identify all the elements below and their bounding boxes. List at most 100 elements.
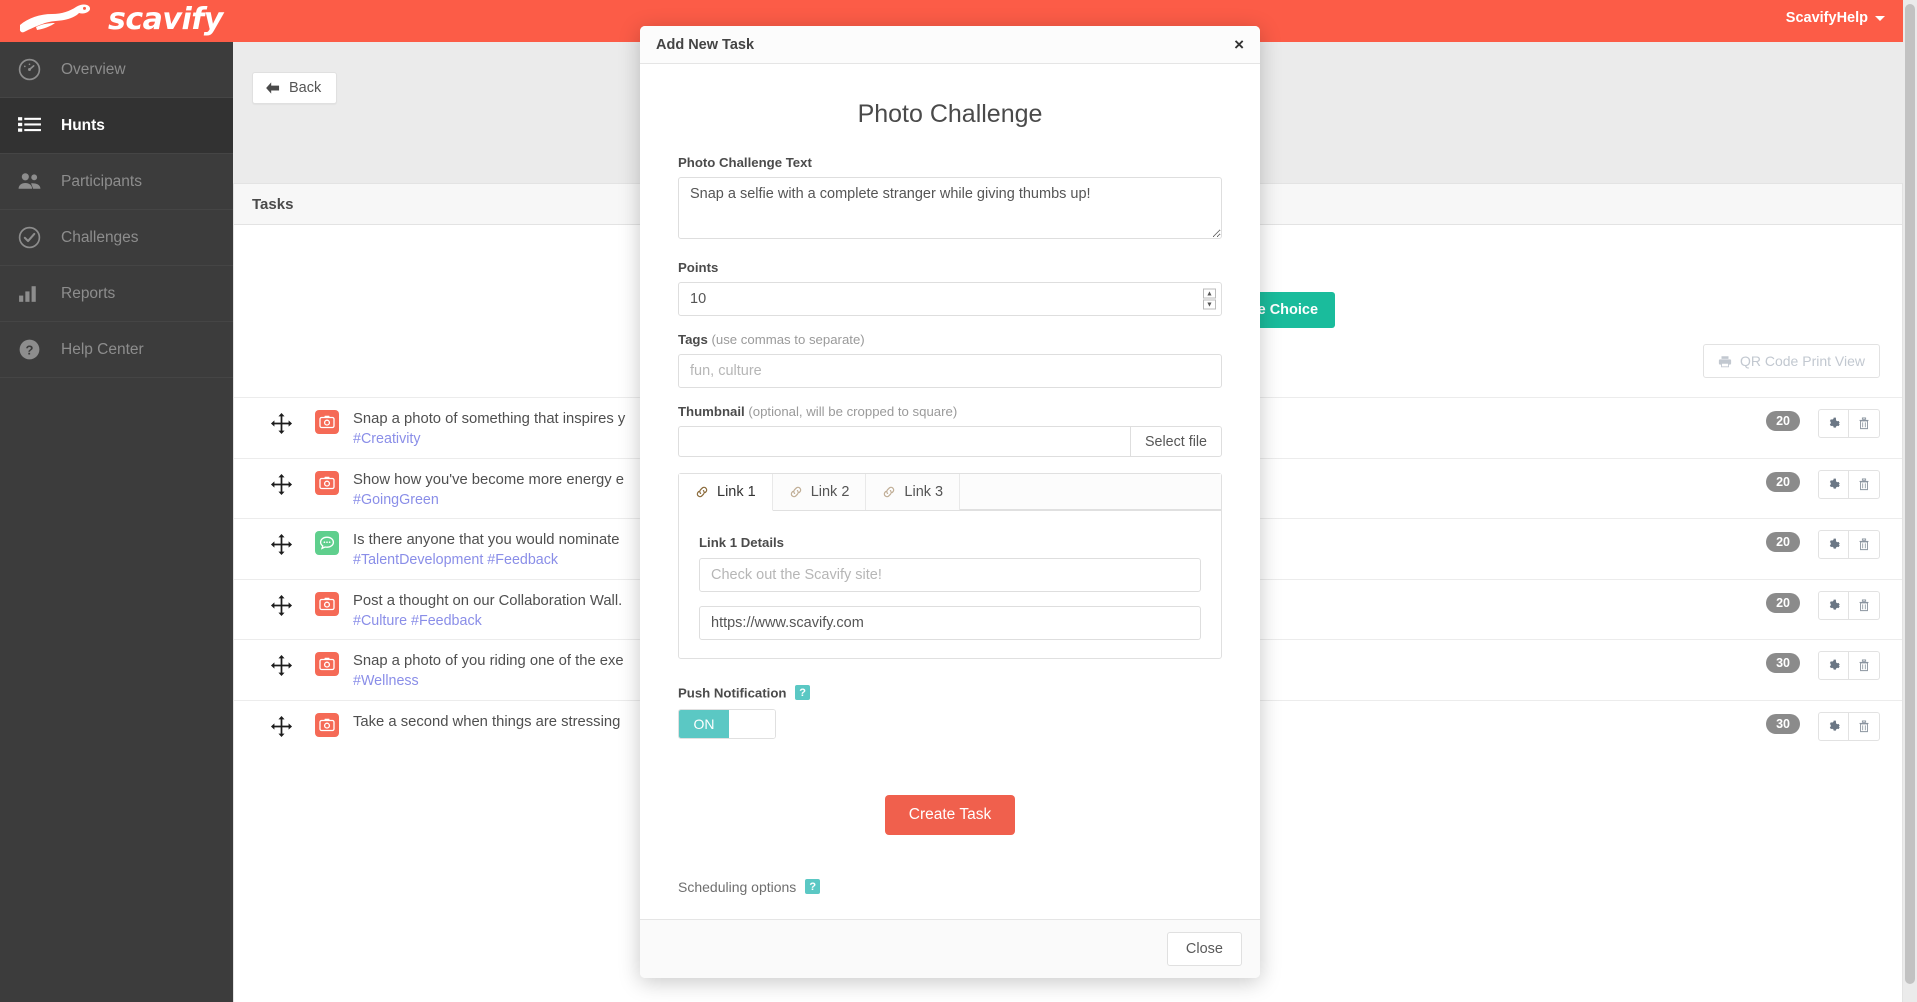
bar-chart-icon: [19, 286, 36, 302]
sidebar-item-hunts[interactable]: Hunts: [0, 98, 233, 154]
photo-challenge-icon: [315, 410, 339, 434]
tags-label: Tags (use commas to separate): [678, 332, 1222, 347]
question-circle-icon: ?: [19, 339, 40, 360]
drag-handle-icon[interactable]: [270, 533, 293, 556]
tab-link-1[interactable]: Link 1: [679, 474, 773, 511]
modal-body: Photo Challenge Photo Challenge Text Poi…: [640, 64, 1260, 919]
app-root: scavify ScavifyHelp Overview Hunts Parti…: [0, 0, 1917, 1002]
scheduling-options[interactable]: Scheduling options ?: [678, 879, 1222, 919]
points-increment-button[interactable]: ▲: [1203, 288, 1216, 299]
trash-icon: [1859, 720, 1869, 732]
cheetah-logo-icon: [19, 4, 91, 32]
delete-button[interactable]: [1849, 651, 1880, 680]
sidebar-item-label: Reports: [61, 284, 116, 302]
help-icon[interactable]: ?: [795, 685, 811, 700]
thumbnail-file-input[interactable]: [678, 426, 1131, 457]
link-title-input[interactable]: [699, 558, 1201, 592]
push-notification-label-text: Push Notification: [678, 685, 787, 701]
trash-icon: [1859, 478, 1869, 490]
page-scrollbar[interactable]: [1903, 0, 1917, 1002]
tags-group: Tags (use commas to separate): [678, 332, 1222, 388]
settings-button[interactable]: [1818, 590, 1849, 620]
qr-code-print-view-button[interactable]: QR Code Print View: [1702, 344, 1880, 378]
row-actions: [1818, 651, 1880, 680]
sidebar-item-challenges[interactable]: Challenges: [0, 210, 233, 266]
link-tabs-container: Link 1 Link 2 Link 3 Link 1 Details: [678, 473, 1222, 659]
drag-handle-icon[interactable]: [270, 654, 293, 677]
tags-input[interactable]: [678, 354, 1222, 388]
settings-button[interactable]: [1818, 711, 1849, 741]
thumbnail-hint: (optional, will be cropped to square): [748, 404, 958, 419]
close-button[interactable]: Close: [1166, 931, 1242, 966]
settings-button[interactable]: [1818, 469, 1849, 499]
link-icon: [884, 486, 895, 498]
tab-link-2-label: Link 2: [810, 484, 850, 500]
page-scrollbar-thumb[interactable]: [1905, 4, 1915, 984]
tab-link-2[interactable]: Link 2: [772, 474, 867, 510]
points-badge: 20: [1766, 411, 1800, 431]
tab-link-3[interactable]: Link 3: [866, 474, 961, 510]
sidebar-item-overview[interactable]: Overview: [0, 42, 233, 98]
row-actions: [1818, 409, 1880, 438]
select-file-button[interactable]: Select file: [1130, 426, 1222, 457]
text-challenge-icon: [315, 531, 339, 555]
push-notification-group: Push Notification ? ON: [678, 685, 1222, 739]
tabs-filler: [960, 474, 1221, 510]
quantity-stepper[interactable]: ▲ ▼: [1203, 288, 1216, 310]
settings-button[interactable]: [1818, 409, 1849, 438]
create-task-wrap: Create Task: [678, 794, 1222, 835]
sidebar-item-help-center[interactable]: ? Help Center: [0, 322, 233, 378]
gear-icon: [1829, 659, 1840, 670]
points-badge: 20: [1766, 592, 1800, 613]
modal-title: Add New Task: [656, 36, 755, 53]
photo-challenge-icon: [315, 591, 339, 616]
tags-hint: (use commas to separate): [711, 332, 865, 347]
arrow-left-icon: [266, 82, 280, 94]
points-group: Points ▲ ▼: [678, 260, 1222, 316]
sidebar-item-reports[interactable]: Reports: [0, 266, 233, 322]
tags-label-text: Tags: [678, 332, 708, 347]
create-task-button[interactable]: Create Task: [884, 794, 1016, 835]
push-notification-toggle[interactable]: ON: [678, 708, 776, 739]
drag-handle-icon[interactable]: [270, 715, 293, 738]
tasks-title: Tasks: [252, 195, 294, 213]
qr-button-label: QR Code Print View: [1739, 353, 1865, 369]
gear-icon: [1829, 417, 1840, 428]
sidebar-item-participants[interactable]: Participants: [0, 154, 233, 210]
photo-challenge-icon: [315, 652, 339, 676]
points-input[interactable]: [678, 282, 1222, 316]
drag-handle-icon[interactable]: [270, 594, 293, 617]
photo-challenge-icon: [315, 712, 339, 737]
delete-button[interactable]: [1849, 590, 1880, 620]
link-url-input[interactable]: [699, 606, 1201, 640]
settings-button[interactable]: [1818, 651, 1849, 680]
points-decrement-button[interactable]: ▼: [1203, 299, 1216, 310]
row-actions: [1818, 711, 1880, 741]
drag-handle-icon[interactable]: [270, 412, 293, 435]
back-button[interactable]: Back: [252, 72, 338, 104]
gear-icon: [1829, 599, 1840, 610]
sidebar-item-label: Overview: [61, 60, 126, 78]
settings-button[interactable]: [1818, 530, 1849, 559]
modal-footer: Close: [640, 918, 1260, 978]
tab-link-1-label: Link 1: [717, 484, 756, 500]
link-1-panel: Link 1 Details: [679, 511, 1221, 658]
delete-button[interactable]: [1849, 530, 1880, 559]
help-icon[interactable]: ?: [805, 879, 821, 894]
row-actions: [1818, 530, 1880, 559]
points-badge: 20: [1766, 532, 1800, 552]
drag-handle-icon[interactable]: [270, 473, 293, 496]
delete-button[interactable]: [1849, 711, 1880, 741]
trash-icon: [1859, 659, 1869, 672]
add-new-task-modal: Add New Task × Photo Challenge Photo Cha…: [640, 26, 1260, 978]
brand-logo[interactable]: scavify: [18, 2, 223, 37]
delete-button[interactable]: [1849, 409, 1880, 438]
svg-text:?: ?: [26, 342, 34, 357]
challenge-text-input[interactable]: [678, 177, 1222, 239]
user-menu[interactable]: ScavifyHelp: [1786, 10, 1885, 26]
photo-challenge-icon: [315, 470, 339, 495]
close-icon[interactable]: ×: [1234, 36, 1244, 53]
sidebar-item-label: Hunts: [61, 116, 105, 134]
delete-button[interactable]: [1849, 469, 1880, 499]
page-title: Photo Challenge: [857, 100, 1043, 128]
